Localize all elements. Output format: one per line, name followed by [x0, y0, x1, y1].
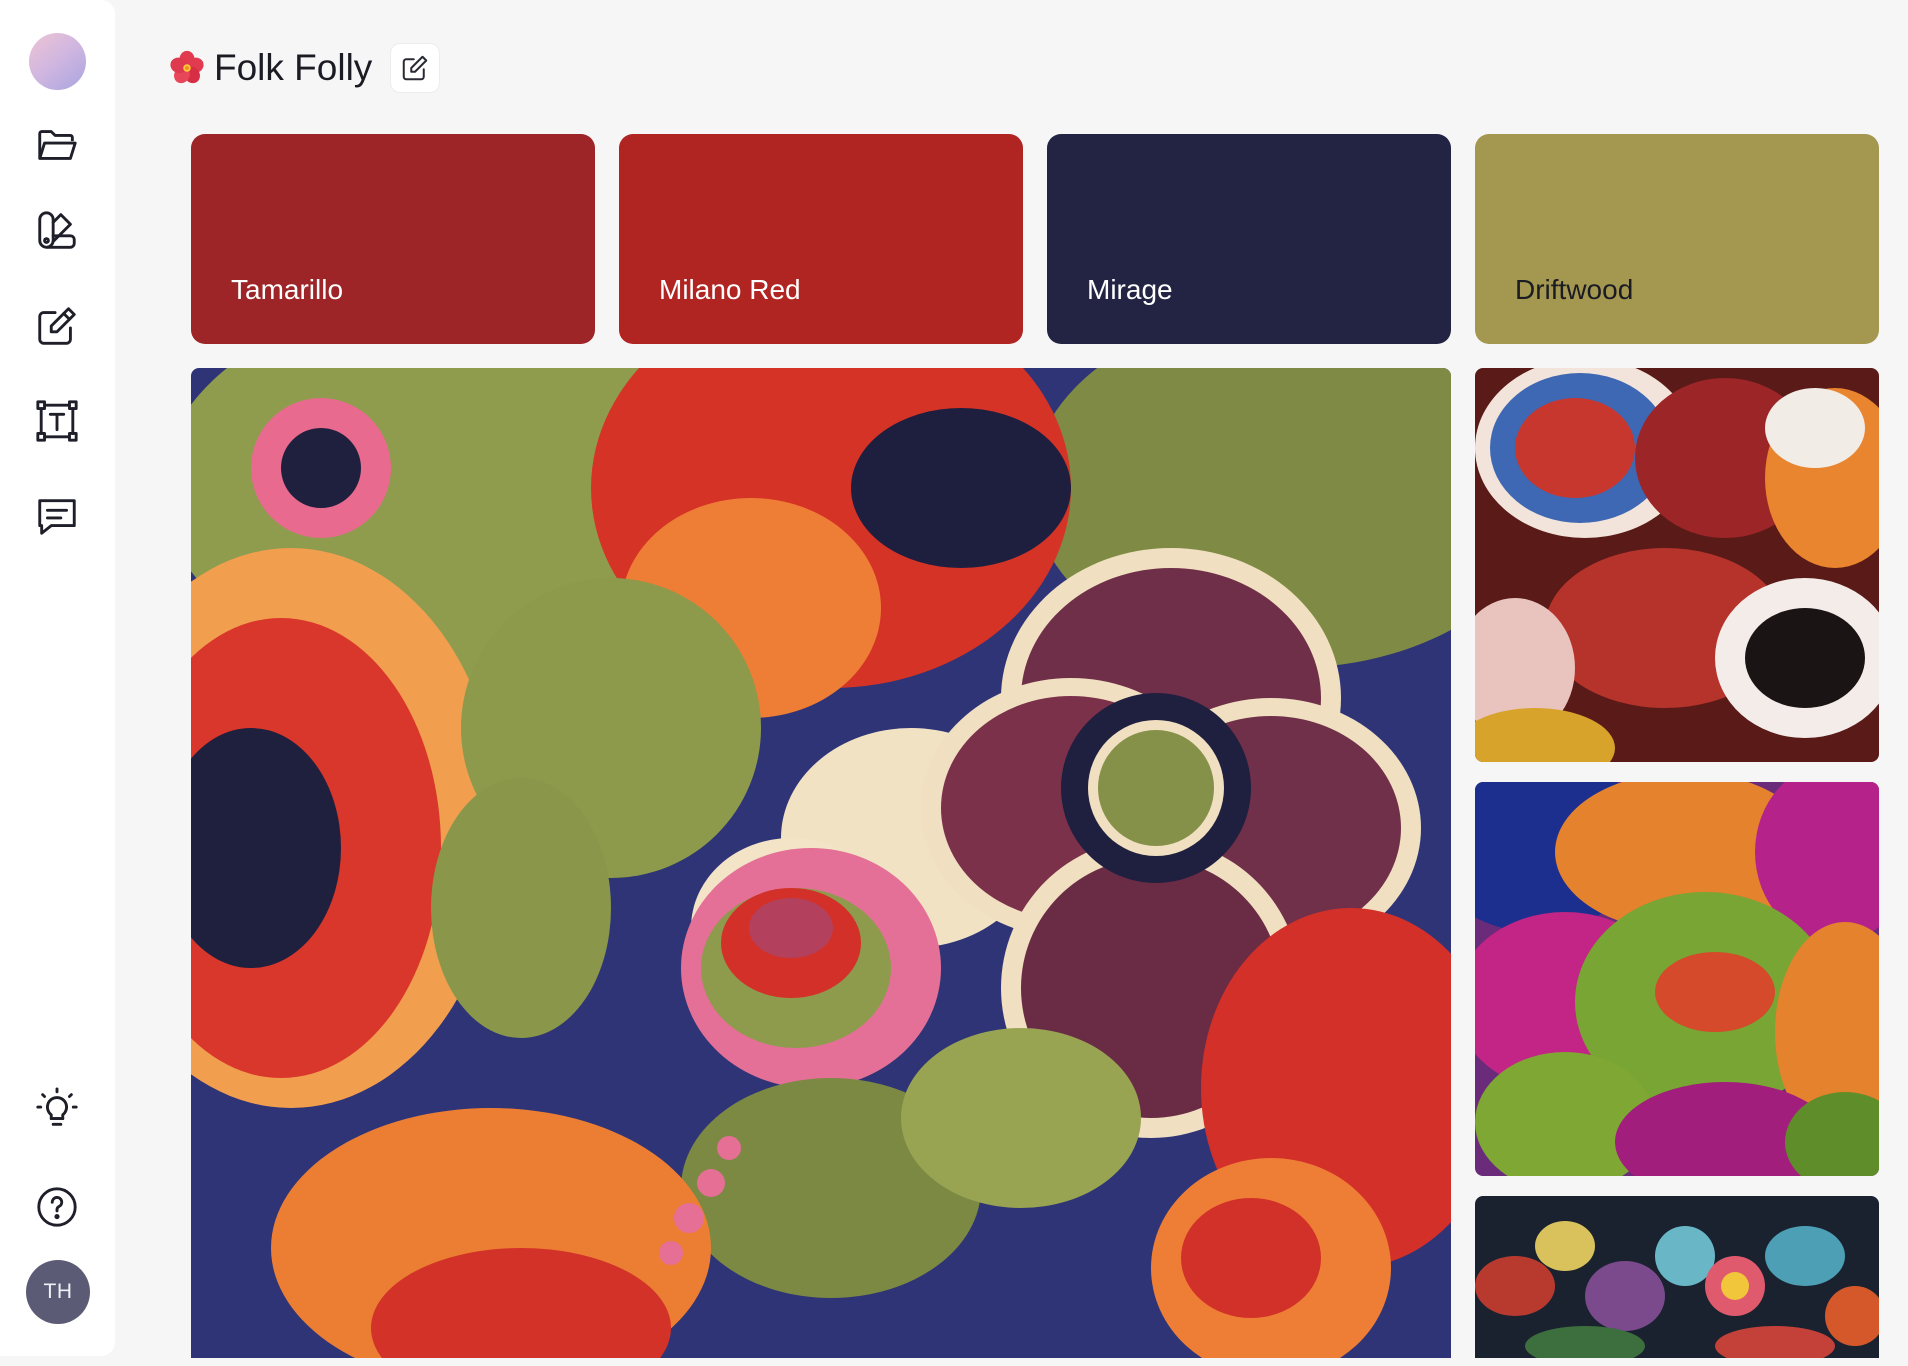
- app-logo[interactable]: [29, 33, 86, 90]
- swatch-label: Driftwood: [1515, 274, 1634, 305]
- edit-title-button[interactable]: [390, 43, 441, 93]
- color-swatch-mirage[interactable]: Mirage: [1047, 134, 1451, 344]
- folder-icon[interactable]: [26, 114, 88, 176]
- comment-icon[interactable]: [26, 485, 88, 547]
- help-icon[interactable]: [26, 1176, 88, 1238]
- swatch-label: Milano Red: [659, 274, 801, 305]
- swatch-book-icon[interactable]: [26, 199, 88, 261]
- swatch-label: Mirage: [1087, 274, 1173, 305]
- large-floral-fabric-image[interactable]: [191, 368, 1451, 1358]
- user-avatar[interactable]: TH: [26, 1260, 90, 1324]
- color-swatch-tamarillo[interactable]: Tamarillo: [191, 134, 595, 344]
- edit-icon: [403, 55, 428, 81]
- text-frame-icon[interactable]: [26, 390, 88, 452]
- board-title: Folk Folly: [214, 47, 373, 88]
- ikat-fabric-image[interactable]: [1475, 1196, 1879, 1358]
- lightbulb-icon[interactable]: [26, 1078, 88, 1140]
- psychedelic-leaf-fabric-image[interactable]: [1475, 782, 1879, 1176]
- swatch-label: Tamarillo: [231, 274, 344, 305]
- burgundy-print-fabric-image[interactable]: [1475, 368, 1879, 762]
- pen-square-icon[interactable]: [26, 295, 88, 357]
- sidebar: TH: [0, 0, 115, 1356]
- hibiscus-icon: [170, 50, 204, 84]
- page-title: Folk Folly: [168, 47, 372, 89]
- avatar-initials: TH: [43, 1280, 73, 1303]
- color-swatch-driftwood[interactable]: Driftwood: [1475, 134, 1879, 344]
- color-swatch-milano-red[interactable]: Milano Red: [619, 134, 1023, 344]
- board-header: Folk Folly: [168, 40, 441, 96]
